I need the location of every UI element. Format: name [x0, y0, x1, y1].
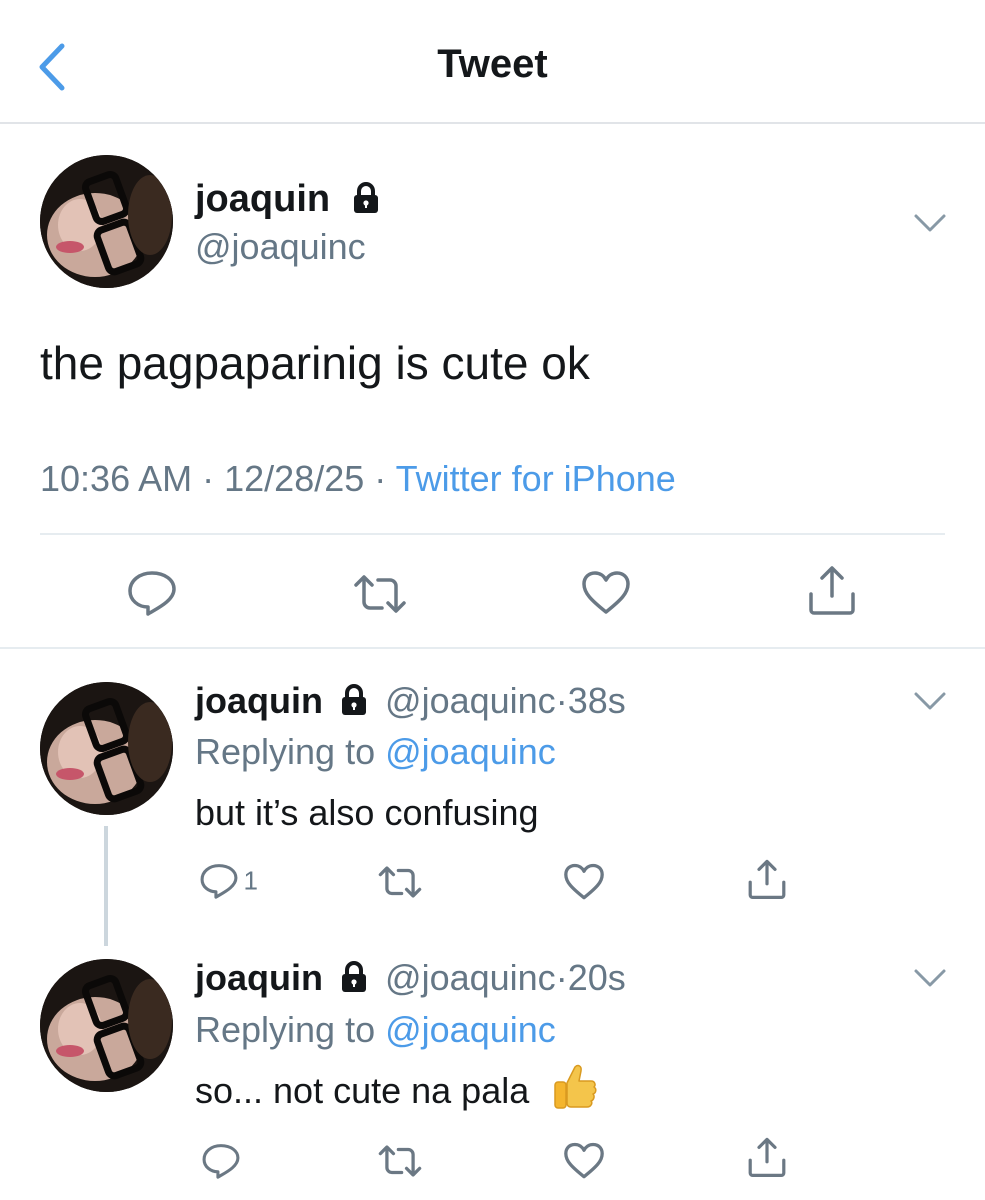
- lock-icon: [342, 961, 367, 993]
- mention-link[interactable]: @joaquinc: [385, 731, 556, 772]
- mention-link[interactable]: @joaquinc: [385, 1009, 556, 1050]
- tweet-text: the pagpaparinig is cute ok: [40, 337, 590, 389]
- replying-to: Replying to @joaquinc: [195, 1009, 556, 1051]
- retweet-icon[interactable]: [352, 572, 408, 616]
- tweet-date: 12/28/25: [224, 458, 365, 499]
- author-handle[interactable]: @joaquinc: [195, 226, 366, 268]
- tweet-age: 20s: [567, 957, 626, 998]
- share-icon[interactable]: [807, 564, 857, 616]
- dot-separator: ·: [555, 680, 568, 721]
- lock-icon: [353, 181, 378, 213]
- reply-count: 1: [243, 865, 258, 896]
- reply-text: but it’s also confusing: [195, 792, 539, 833]
- reply-header: joaquin @joaquinc·38s: [195, 680, 626, 722]
- retweet-icon[interactable]: [377, 864, 423, 900]
- like-icon[interactable]: [563, 863, 605, 901]
- author-name[interactable]: joaquin: [195, 680, 323, 721]
- reply-text-content: so... not cute na pala: [195, 1070, 530, 1111]
- tweet-meta: 10:36 AM · 12/28/25 · Twitter for iPhone: [40, 458, 676, 500]
- author-handle[interactable]: @joaquinc: [385, 680, 556, 721]
- tweet-source-link[interactable]: Twitter for iPhone: [396, 458, 676, 499]
- thread-connector: [104, 826, 108, 946]
- reply-header: joaquin @joaquinc·20s: [195, 957, 626, 999]
- like-icon[interactable]: [563, 1142, 605, 1180]
- author-name-text: joaquin: [195, 178, 331, 220]
- meta-separator: ·: [374, 458, 387, 499]
- dot-separator: ·: [555, 957, 568, 998]
- chevron-down-icon[interactable]: [912, 966, 948, 990]
- replying-to: Replying to @joaquinc: [195, 731, 556, 773]
- avatar[interactable]: [40, 959, 173, 1092]
- thumbs-up-icon: [554, 1065, 597, 1110]
- chevron-down-icon[interactable]: [912, 689, 948, 713]
- author-name[interactable]: joaquin: [195, 957, 323, 998]
- reply-button[interactable]: 1: [199, 862, 258, 902]
- divider: [0, 647, 985, 649]
- share-icon[interactable]: [747, 858, 787, 900]
- tweet-time: 10:36 AM: [40, 458, 193, 499]
- reply-icon: [200, 864, 238, 899]
- replying-label: Replying to: [195, 731, 386, 772]
- avatar[interactable]: [40, 682, 173, 815]
- author-handle[interactable]: @joaquinc: [385, 957, 556, 998]
- like-icon[interactable]: [581, 570, 631, 616]
- reply-icon[interactable]: [201, 1142, 241, 1180]
- share-icon[interactable]: [747, 1136, 787, 1178]
- meta-separator: ·: [202, 458, 215, 499]
- replying-label: Replying to: [195, 1009, 386, 1050]
- author-name[interactable]: joaquin: [195, 178, 383, 221]
- avatar[interactable]: [40, 155, 173, 288]
- lock-icon: [342, 684, 367, 716]
- tweet-age: 38s: [567, 680, 626, 721]
- divider: [40, 533, 945, 535]
- reply-icon[interactable]: [126, 569, 178, 617]
- reply-text: so... not cute na pala: [195, 1065, 599, 1112]
- chevron-down-icon[interactable]: [912, 211, 948, 235]
- page-title: Tweet: [437, 42, 548, 86]
- retweet-icon[interactable]: [377, 1143, 423, 1179]
